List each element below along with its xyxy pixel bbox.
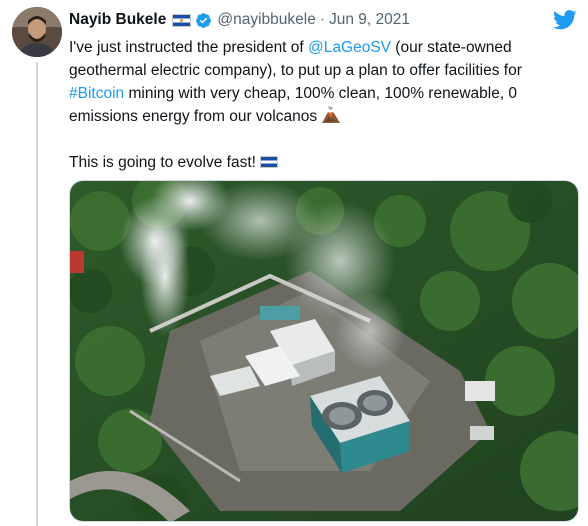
tweet-text-segment: emissions energy from our volcanos	[69, 108, 318, 125]
el-salvador-flag-icon	[259, 156, 278, 168]
tweet-text-line-1: I've just instructed the president of @L…	[69, 36, 579, 59]
twitter-bird-icon[interactable]	[553, 10, 577, 30]
tweet-text-segment: (our state-owned	[391, 39, 512, 56]
hashtag-bitcoin-link[interactable]: #Bitcoin	[69, 85, 124, 102]
tweet-text-segment: This is going to evolve fast!	[69, 154, 256, 171]
tweet-text-segment: mining with very cheap, 100% clean, 100%…	[124, 85, 518, 102]
avatar[interactable]	[12, 7, 62, 57]
tweet-date[interactable]: Jun 9, 2021	[329, 11, 410, 29]
tweet-text: I've just instructed the president of @L…	[69, 36, 579, 174]
geothermal-plant-aerial-photo[interactable]	[69, 180, 579, 522]
tweet-text-line-2: geothermal electric company), to put up …	[69, 62, 522, 79]
tweet-text-line-5: This is going to evolve fast!	[69, 151, 579, 174]
header-separator: ·	[319, 11, 325, 28]
verified-badge-icon	[196, 12, 212, 28]
volcano-emoji-icon	[322, 106, 341, 123]
tweet-text-line-4: emissions energy from our volcanos	[69, 105, 579, 128]
mention-lageosv-link[interactable]: @LaGeoSV	[308, 39, 391, 56]
tweet-text-segment: I've just instructed the president of	[69, 39, 309, 56]
author-name[interactable]: Nayib Bukele	[69, 11, 166, 29]
avatar-photo	[12, 7, 62, 57]
tweet-text-line-3: #Bitcoin mining with very cheap, 100% cl…	[69, 82, 579, 105]
media-photo-illustration	[70, 181, 578, 521]
el-salvador-flag-icon	[172, 13, 192, 27]
tweet-header: Nayib Bukele @nayibbukele · Jun 9, 2021	[69, 10, 410, 30]
thread-line	[36, 62, 38, 526]
author-handle[interactable]: @nayibbukele	[217, 11, 315, 29]
